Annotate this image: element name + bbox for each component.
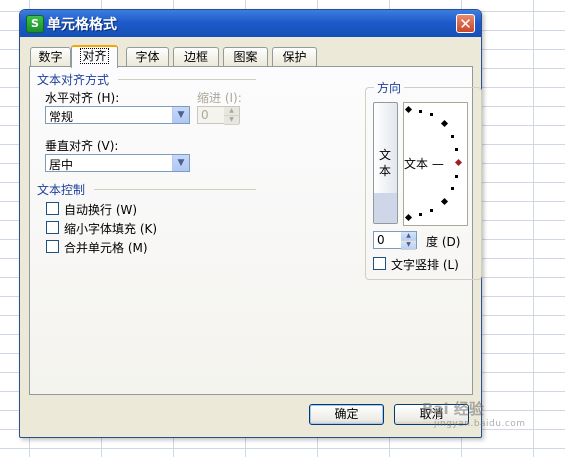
tab-alignment[interactable]: 对齐 bbox=[71, 45, 118, 68]
dial-dot bbox=[419, 213, 422, 216]
degrees-value: 0 bbox=[377, 233, 385, 247]
group-divider bbox=[118, 79, 256, 80]
vertical-stack-checkbox[interactable] bbox=[373, 257, 386, 270]
degrees-label: 度 (D) bbox=[426, 235, 461, 249]
vertical-align-value: 居中 bbox=[49, 158, 74, 172]
format-cells-dialog: S 单元格格式 ✕ 数字 对齐 字体 边框 图案 保护 文本对齐方式 水平对齐 … bbox=[19, 9, 482, 438]
horizontal-align-label: 水平对齐 (H): bbox=[45, 91, 120, 105]
indent-stepper[interactable]: 0 ▲ ▼ bbox=[197, 106, 240, 125]
tab-border[interactable]: 边框 bbox=[173, 47, 219, 66]
dialog-title: 单元格格式 bbox=[47, 17, 117, 33]
wrap-text-label[interactable]: 自动换行 (W) bbox=[64, 201, 137, 218]
title-bar[interactable]: S 单元格格式 ✕ bbox=[20, 10, 481, 37]
merge-cells-label[interactable]: 合并单元格 (M) bbox=[64, 239, 148, 256]
tab-protection[interactable]: 保护 bbox=[272, 47, 317, 66]
merge-cells-checkbox[interactable] bbox=[46, 240, 59, 253]
group-divider bbox=[94, 189, 256, 190]
close-icon[interactable]: ✕ bbox=[456, 14, 475, 33]
dial-dot bbox=[455, 175, 458, 178]
shrink-to-fit-label[interactable]: 缩小字体填充 (K) bbox=[64, 220, 157, 237]
text-control-group-title: 文本控制 bbox=[37, 183, 86, 197]
vertical-stack-label[interactable]: 文字竖排 (L) bbox=[391, 256, 459, 273]
degrees-stepper[interactable]: 0 ▲ ▼ bbox=[373, 231, 417, 250]
dial-dot bbox=[451, 135, 454, 138]
tab-pattern[interactable]: 图案 bbox=[223, 47, 268, 66]
alignment-panel: 文本对齐方式 水平对齐 (H): 常规 ▼ 缩进 (I): 0 ▲ ▼ 垂直对齐… bbox=[29, 66, 482, 395]
vertical-align-label: 垂直对齐 (V): bbox=[45, 139, 119, 153]
vertical-text-shade bbox=[374, 193, 397, 223]
vertical-text-button[interactable]: 文本 bbox=[373, 102, 398, 224]
vertical-text-label: 文本 bbox=[379, 148, 392, 178]
orientation-dial[interactable]: 文本 — bbox=[403, 102, 468, 226]
spin-down-icon[interactable]: ▼ bbox=[401, 241, 416, 250]
app-logo-icon: S bbox=[26, 15, 44, 33]
wrap-text-checkbox[interactable] bbox=[46, 202, 59, 215]
spin-up-icon[interactable]: ▲ bbox=[224, 107, 239, 116]
dial-dot bbox=[430, 209, 433, 212]
dial-tick-45 bbox=[440, 119, 449, 128]
dial-tick-top bbox=[404, 105, 413, 114]
shrink-to-fit-checkbox[interactable] bbox=[46, 221, 59, 234]
chevron-down-icon[interactable]: ▼ bbox=[172, 107, 189, 123]
dial-text-label: 文本 — bbox=[404, 157, 444, 171]
dial-tick-minus-45 bbox=[440, 197, 449, 206]
spin-up-icon[interactable]: ▲ bbox=[401, 232, 416, 241]
watermark-sub: jingyan.baidu.com bbox=[434, 419, 526, 429]
indent-label: 缩进 (I): bbox=[197, 91, 242, 105]
tab-font[interactable]: 字体 bbox=[126, 47, 169, 66]
dial-dot bbox=[430, 113, 433, 116]
alignment-group-title: 文本对齐方式 bbox=[37, 73, 110, 87]
chevron-down-icon[interactable]: ▼ bbox=[172, 155, 189, 171]
horizontal-align-select[interactable]: 常规 ▼ bbox=[45, 106, 190, 124]
spin-down-icon[interactable]: ▼ bbox=[224, 116, 239, 125]
tab-number[interactable]: 数字 bbox=[30, 47, 71, 66]
ok-button[interactable]: 确定 bbox=[309, 404, 384, 425]
dial-pointer bbox=[454, 158, 463, 167]
indent-value: 0 bbox=[201, 108, 209, 122]
baidu-watermark: Bai 经验 jingyan.baidu.com bbox=[422, 398, 526, 429]
dial-dot bbox=[455, 148, 458, 151]
horizontal-align-value: 常规 bbox=[49, 110, 74, 124]
dial-tick-bottom bbox=[404, 213, 413, 222]
orientation-group-title: 方向 bbox=[374, 79, 405, 96]
degrees-spin-buttons[interactable]: ▲ ▼ bbox=[401, 232, 416, 250]
vertical-align-select[interactable]: 居中 ▼ bbox=[45, 154, 190, 172]
watermark-text: Bai 经验 bbox=[422, 400, 484, 418]
indent-spin-buttons[interactable]: ▲ ▼ bbox=[224, 107, 239, 125]
orientation-group: 方向 文本 文本 — 0 ▲ ▼ 度 (D) 文字竖排 (L) bbox=[365, 79, 482, 280]
dial-dot bbox=[451, 187, 454, 190]
dial-dot bbox=[419, 110, 422, 113]
